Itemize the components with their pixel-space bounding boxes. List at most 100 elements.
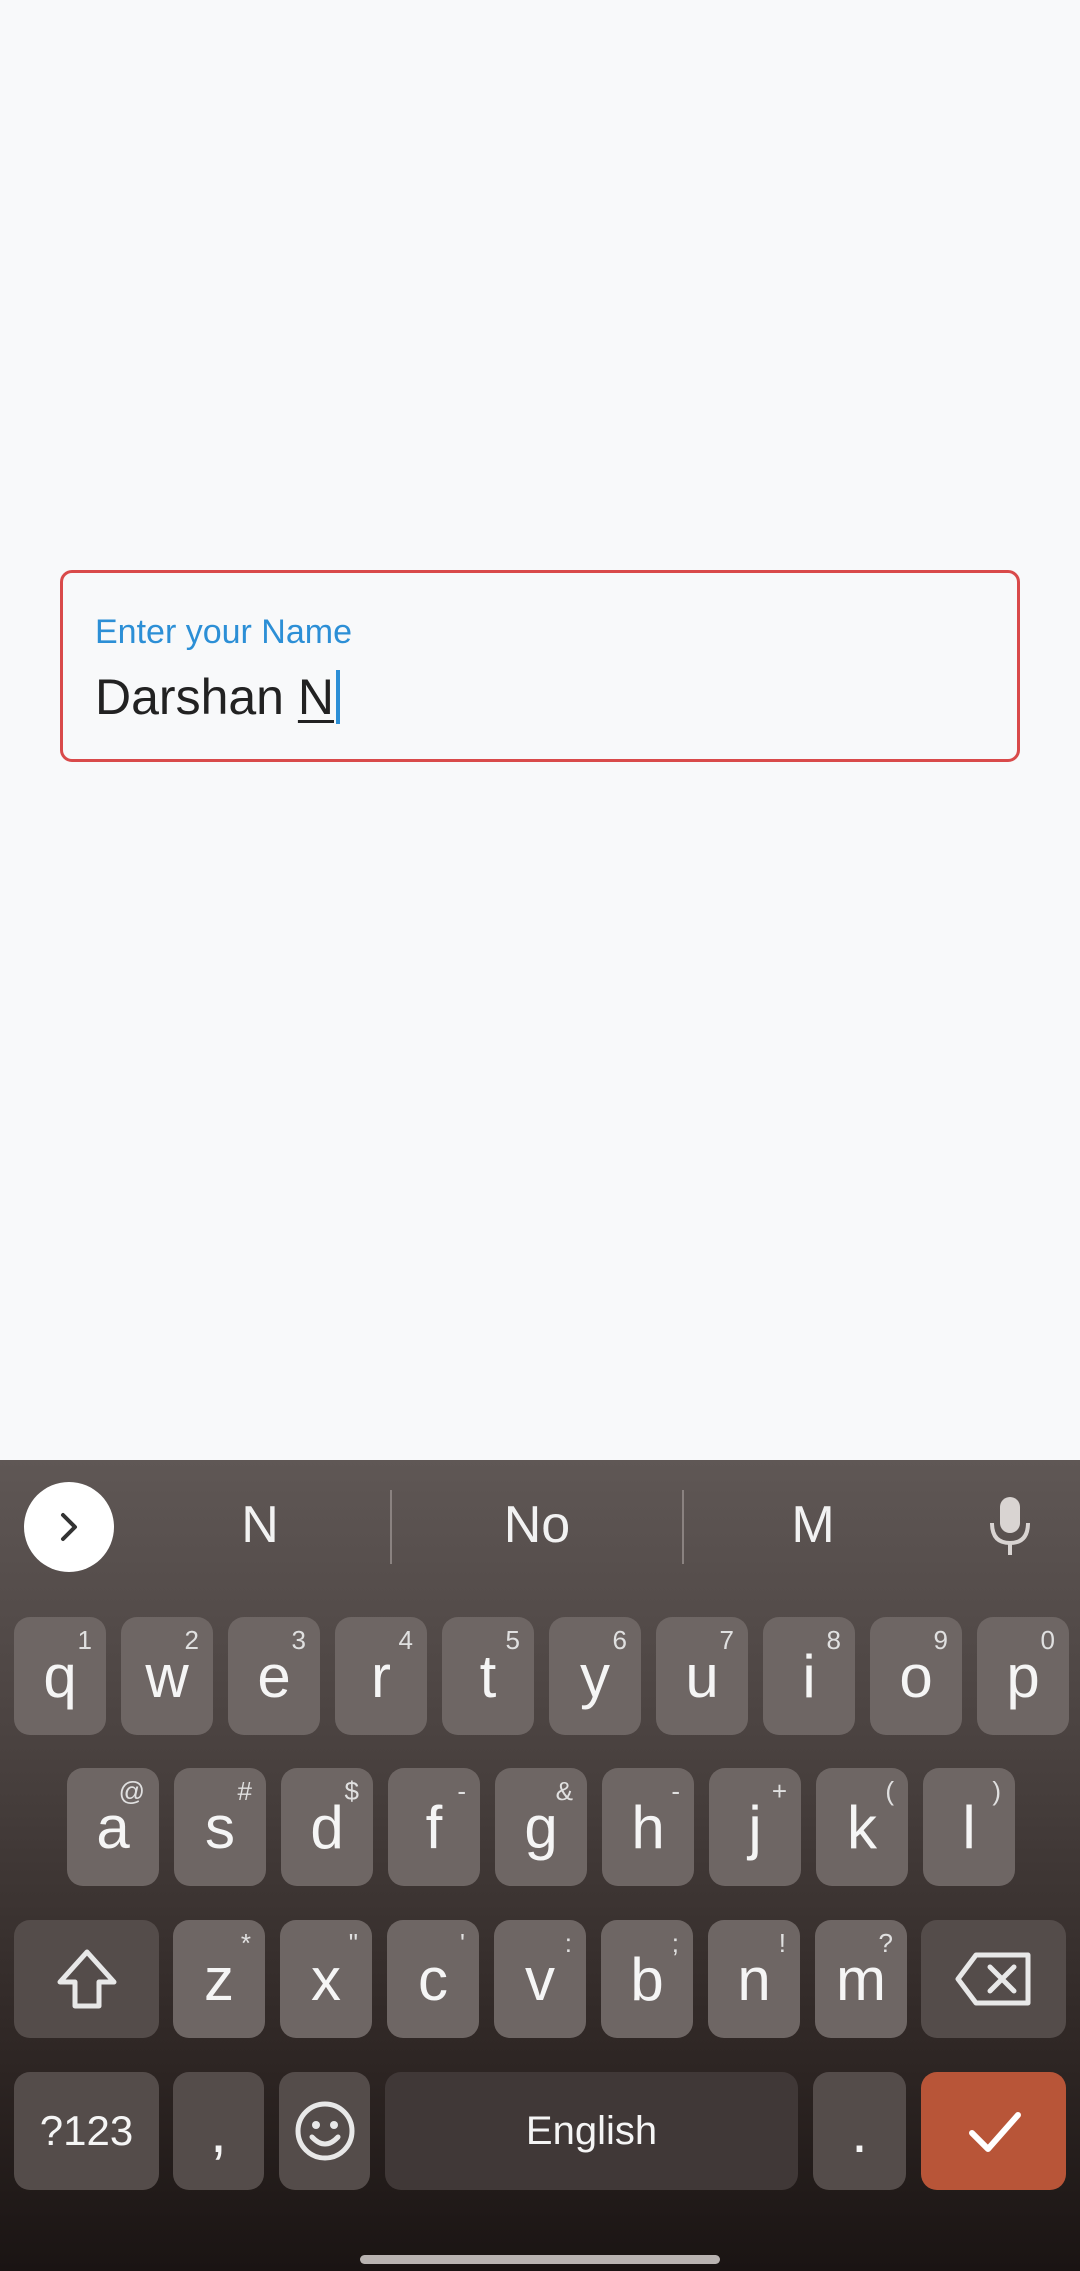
key-z[interactable]: z * xyxy=(173,1920,265,2038)
chevron-right-icon[interactable] xyxy=(24,1482,114,1572)
key-hint: 7 xyxy=(719,1625,734,1655)
key-hint: # xyxy=(237,1776,252,1806)
key-hint: ( xyxy=(885,1776,894,1806)
key-hint: 5 xyxy=(505,1625,520,1655)
key-g[interactable]: g & xyxy=(495,1768,587,1886)
key-hint: : xyxy=(564,1928,572,1958)
app-screen: Enter your Name Darshan N xyxy=(0,0,1080,1460)
suggestion-divider xyxy=(390,1490,392,1564)
home-indicator[interactable] xyxy=(360,2255,720,2264)
name-value-text: Darshan xyxy=(95,669,298,725)
key-label: z xyxy=(204,1945,234,2013)
key-hint: ) xyxy=(992,1776,1001,1806)
symbols-key[interactable]: ?123 xyxy=(14,2072,159,2190)
emoji-key[interactable] xyxy=(279,2072,370,2190)
key-t[interactable]: t5 xyxy=(442,1617,534,1735)
key-r[interactable]: r4 xyxy=(335,1617,427,1735)
name-composing-text: N xyxy=(297,669,334,725)
key-a[interactable]: a @ xyxy=(67,1768,159,1886)
key-hint: 0 xyxy=(1040,1625,1055,1655)
key-label: f xyxy=(425,1793,443,1861)
key-label: t xyxy=(479,1642,497,1710)
key-hint: 4 xyxy=(398,1625,413,1655)
mic-icon[interactable] xyxy=(970,1482,1050,1572)
key-hint: 2 xyxy=(184,1625,199,1655)
suggestion-3[interactable]: M xyxy=(673,1460,953,1590)
key-hint: " xyxy=(348,1928,358,1958)
key-label: y xyxy=(580,1642,610,1710)
backspace-key[interactable] xyxy=(921,1920,1066,2038)
key-x[interactable]: x " xyxy=(280,1920,372,2038)
key-label: j xyxy=(748,1793,762,1861)
key-label: l xyxy=(962,1793,976,1861)
key-label: h xyxy=(631,1793,665,1861)
enter-key[interactable] xyxy=(921,2072,1066,2190)
key-p[interactable]: p0 xyxy=(977,1617,1069,1735)
key-hint: & xyxy=(555,1776,573,1806)
key-e[interactable]: e3 xyxy=(228,1617,320,1735)
key-hint: - xyxy=(457,1776,466,1806)
key-o[interactable]: o9 xyxy=(870,1617,962,1735)
key-q[interactable]: q1 xyxy=(14,1617,106,1735)
backspace-icon xyxy=(955,1952,1030,2006)
key-m[interactable]: m? xyxy=(815,1920,907,2038)
key-v[interactable]: v: xyxy=(494,1920,586,2038)
key-hint: + xyxy=(771,1776,787,1806)
key-label: i xyxy=(802,1642,816,1710)
key-hint: ; xyxy=(671,1928,679,1958)
emoji-icon xyxy=(295,2101,354,2161)
key-hint: 1 xyxy=(77,1625,92,1655)
key-label: u xyxy=(685,1642,719,1710)
key-hint: 8 xyxy=(826,1625,841,1655)
key-b[interactable]: b; xyxy=(601,1920,693,2038)
key-label: r xyxy=(371,1642,391,1710)
key-i[interactable]: i8 xyxy=(763,1617,855,1735)
name-field-label: Enter your Name xyxy=(95,613,352,651)
key-hint: $ xyxy=(344,1776,359,1806)
soft-keyboard: N No M q1w2e3r4t5y6u7i8o9p0 a @ s # d $ f - g & h -… xyxy=(0,1460,1080,2271)
key-hint: ? xyxy=(878,1928,893,1958)
key-label: p xyxy=(1006,1642,1040,1710)
key-label: e xyxy=(257,1642,291,1710)
key-hint: @ xyxy=(118,1776,145,1806)
key-label: q xyxy=(43,1642,77,1710)
key-u[interactable]: u7 xyxy=(656,1617,748,1735)
key-s[interactable]: s # xyxy=(174,1768,266,1886)
key-label: b xyxy=(630,1945,664,2013)
check-icon xyxy=(968,2112,1021,2152)
key-j[interactable]: j + xyxy=(709,1768,801,1886)
key-hint: 9 xyxy=(933,1625,948,1655)
suggestion-1[interactable]: N xyxy=(120,1460,400,1590)
key-hint: - xyxy=(671,1776,680,1806)
shift-key[interactable] xyxy=(14,1920,159,2038)
key-hint: 3 xyxy=(291,1625,306,1655)
key-label: c xyxy=(418,1945,448,2013)
name-text-field[interactable]: Enter your Name Darshan N xyxy=(60,570,1020,762)
space-key[interactable]: English xyxy=(385,2072,798,2190)
text-caret xyxy=(336,670,340,724)
period-key[interactable]: . xyxy=(813,2072,906,2190)
suggestion-strip: N No M xyxy=(0,1460,1080,1590)
key-label: o xyxy=(899,1642,933,1710)
key-label: v xyxy=(525,1945,555,2013)
key-hint: ' xyxy=(460,1928,465,1958)
key-label: s xyxy=(205,1793,235,1861)
suggestion-2[interactable]: No xyxy=(397,1460,677,1590)
comma-key[interactable]: , xyxy=(173,2072,264,2190)
key-n[interactable]: n! xyxy=(708,1920,800,2038)
key-y[interactable]: y6 xyxy=(549,1617,641,1735)
key-w[interactable]: w2 xyxy=(121,1617,213,1735)
key-d[interactable]: d $ xyxy=(281,1768,373,1886)
key-h[interactable]: h- xyxy=(602,1768,694,1886)
key-hint: ! xyxy=(778,1928,786,1958)
shift-icon xyxy=(57,1949,116,2009)
key-c[interactable]: c ' xyxy=(387,1920,479,2038)
name-field-value[interactable]: Darshan N xyxy=(95,665,340,729)
key-f[interactable]: f- xyxy=(388,1768,480,1886)
key-l[interactable]: l) xyxy=(923,1768,1015,1886)
key-label: w xyxy=(145,1642,189,1710)
key-k[interactable]: k( xyxy=(816,1768,908,1886)
key-label: k xyxy=(847,1793,877,1861)
key-hint: 6 xyxy=(612,1625,627,1655)
key-label: g xyxy=(524,1793,558,1861)
